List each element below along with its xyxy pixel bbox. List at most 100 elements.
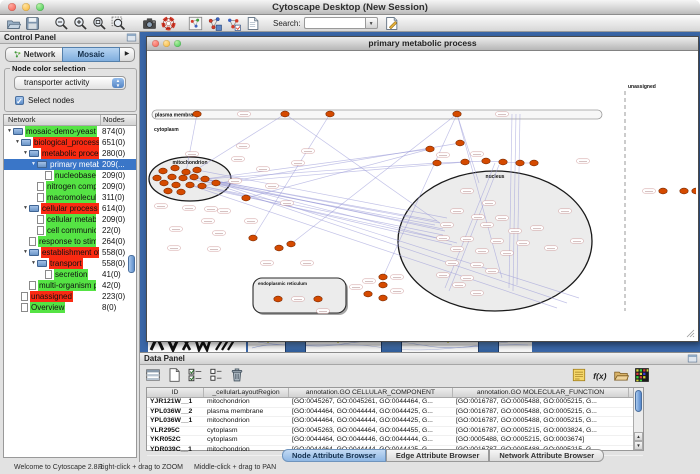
network-node[interactable] bbox=[201, 176, 209, 182]
tree-row[interactable]: ▼biological_process651(0) bbox=[4, 137, 136, 148]
tab-mosaic[interactable]: Mosaic bbox=[62, 47, 120, 62]
scroll-up-icon[interactable]: ▲ bbox=[634, 432, 643, 441]
zoom-in-icon[interactable] bbox=[73, 16, 88, 31]
tree-row[interactable]: nitrogen compo209(0) bbox=[4, 181, 136, 192]
close-button[interactable] bbox=[152, 40, 159, 47]
network-node[interactable] bbox=[680, 188, 688, 194]
network-node[interactable] bbox=[193, 111, 201, 117]
network-node[interactable] bbox=[287, 241, 295, 247]
table-row[interactable]: YKR052Ccytoplasm[GO:0044464, GO:0044446,… bbox=[147, 436, 643, 446]
select-attributes-icon[interactable] bbox=[187, 367, 203, 383]
select-nodes-checkbox[interactable]: ✓ bbox=[15, 96, 24, 105]
tab-edge-attribute-browser[interactable]: Edge Attribute Browser bbox=[386, 449, 489, 462]
new-document-icon[interactable] bbox=[245, 16, 260, 31]
network-node[interactable] bbox=[364, 291, 372, 297]
import-attributes-icon[interactable] bbox=[613, 367, 629, 383]
network-node[interactable] bbox=[326, 111, 334, 117]
network-node[interactable] bbox=[177, 189, 185, 195]
save-session-icon[interactable] bbox=[25, 16, 40, 31]
network-node[interactable] bbox=[160, 180, 168, 186]
network-node[interactable] bbox=[530, 160, 538, 166]
search-input[interactable] bbox=[304, 17, 365, 29]
expander-triangle-icon[interactable]: ▼ bbox=[22, 203, 29, 214]
network-node[interactable] bbox=[275, 245, 283, 251]
expander-triangle-icon[interactable]: ▼ bbox=[30, 159, 37, 170]
network-node[interactable] bbox=[179, 175, 187, 181]
minimize-button[interactable] bbox=[163, 40, 170, 47]
network-node[interactable] bbox=[461, 159, 469, 165]
tree-row[interactable]: ▼metabolic process280(0) bbox=[4, 148, 136, 159]
open-file-icon[interactable] bbox=[6, 16, 21, 31]
tab-node-attribute-browser[interactable]: Node Attribute Browser bbox=[282, 449, 386, 462]
network-node[interactable] bbox=[168, 174, 176, 180]
tree-row[interactable]: ▼mosaic-demo-yeast874(0) bbox=[4, 126, 136, 137]
tree-row[interactable]: secretion41(0) bbox=[4, 269, 136, 280]
float-panel-icon[interactable] bbox=[126, 32, 137, 43]
delete-attribute-icon[interactable] bbox=[229, 367, 245, 383]
resize-grip-icon[interactable] bbox=[686, 329, 695, 338]
network-node[interactable] bbox=[186, 182, 194, 188]
zoom-out-icon[interactable] bbox=[54, 16, 69, 31]
table-row[interactable]: YPL036W__1mitochondrion[GO:0044464, GO:0… bbox=[147, 417, 643, 427]
network-node[interactable] bbox=[198, 183, 206, 189]
network-canvas[interactable]: plasma membranecytoplasmmitochondrionnuc… bbox=[147, 51, 696, 339]
network-window-titlebar[interactable]: primary metabolic process bbox=[147, 37, 698, 51]
network-node[interactable] bbox=[379, 274, 387, 280]
scrollbar-thumb[interactable] bbox=[635, 390, 642, 412]
network-node[interactable] bbox=[516, 160, 524, 166]
tree-col-nodes[interactable]: Nodes bbox=[103, 115, 125, 125]
attribute-notes-icon[interactable] bbox=[571, 367, 587, 383]
column-header[interactable]: annotation.GO CELLULAR_COMPONENT bbox=[289, 388, 453, 397]
new-attribute-icon[interactable] bbox=[166, 367, 182, 383]
network-node[interactable] bbox=[182, 169, 190, 175]
float-panel-icon[interactable] bbox=[687, 353, 698, 364]
scroll-down-icon[interactable]: ▼ bbox=[634, 441, 643, 450]
tree-row[interactable]: Overview8(0) bbox=[4, 302, 136, 313]
network-view-icon[interactable] bbox=[226, 16, 241, 31]
table-row[interactable]: YLR295Ccytoplasm[GO:0045263, GO:0044464,… bbox=[147, 427, 643, 437]
tree-row[interactable]: ▼establishment of lo558(0) bbox=[4, 247, 136, 258]
tree-row[interactable]: ▼transport558(0) bbox=[4, 258, 136, 269]
node-color-dropdown[interactable]: transporter activity ▲▼ bbox=[14, 76, 126, 90]
network-node[interactable] bbox=[159, 168, 167, 174]
expander-triangle-icon[interactable]: ▼ bbox=[22, 247, 29, 258]
unselect-attributes-icon[interactable] bbox=[208, 367, 224, 383]
network-node[interactable] bbox=[426, 146, 434, 152]
tree-row[interactable]: multi-organism pro42(0) bbox=[4, 280, 136, 291]
network-node[interactable] bbox=[482, 158, 490, 164]
tree-row[interactable]: ▼primary metabo209(... bbox=[4, 159, 136, 170]
column-header[interactable]: ID bbox=[147, 388, 204, 397]
tree-row[interactable]: nucleobase-209(0) bbox=[4, 170, 136, 181]
zoom-fit-icon[interactable] bbox=[92, 16, 107, 31]
tab-network[interactable]: Network bbox=[5, 47, 62, 62]
network-node[interactable] bbox=[153, 175, 161, 181]
network-node[interactable] bbox=[692, 188, 696, 194]
tree-row[interactable]: unassigned223(0) bbox=[4, 291, 136, 302]
tree-col-network[interactable]: Network bbox=[8, 115, 36, 125]
tab-overflow-arrow-icon[interactable]: ▶ bbox=[120, 47, 135, 62]
network-node[interactable] bbox=[659, 188, 667, 194]
network-node[interactable] bbox=[456, 140, 464, 146]
zoom-selected-icon[interactable] bbox=[111, 16, 126, 31]
network-node[interactable] bbox=[281, 111, 289, 117]
network-node[interactable] bbox=[453, 111, 461, 117]
network-node[interactable] bbox=[499, 159, 507, 165]
select-all-attrs-icon[interactable] bbox=[145, 367, 161, 383]
network-node[interactable] bbox=[274, 296, 282, 302]
help-lifebuoy-icon[interactable] bbox=[161, 16, 176, 31]
tree-row[interactable]: cellular metabo209(0) bbox=[4, 214, 136, 225]
new-network-icon[interactable] bbox=[207, 16, 222, 31]
network-node[interactable] bbox=[171, 165, 179, 171]
tree-row[interactable]: response to stimulu264(0) bbox=[4, 236, 136, 247]
table-row[interactable]: YJR121W__1mitochondrion[GO:0045267, GO:0… bbox=[147, 398, 643, 408]
network-node[interactable] bbox=[314, 296, 322, 302]
network-node[interactable] bbox=[249, 235, 257, 241]
network-node[interactable] bbox=[164, 188, 172, 194]
network-overview-icon[interactable] bbox=[188, 16, 203, 31]
tab-network-attribute-browser[interactable]: Network Attribute Browser bbox=[489, 449, 604, 462]
expander-triangle-icon[interactable]: ▼ bbox=[30, 258, 37, 269]
column-header[interactable]: annotation.GO MOLECULAR_FUNCTION bbox=[453, 388, 629, 397]
tree-row[interactable]: ▼cellular process614(0) bbox=[4, 203, 136, 214]
expander-triangle-icon[interactable]: ▼ bbox=[22, 148, 29, 159]
network-node[interactable] bbox=[433, 160, 441, 166]
